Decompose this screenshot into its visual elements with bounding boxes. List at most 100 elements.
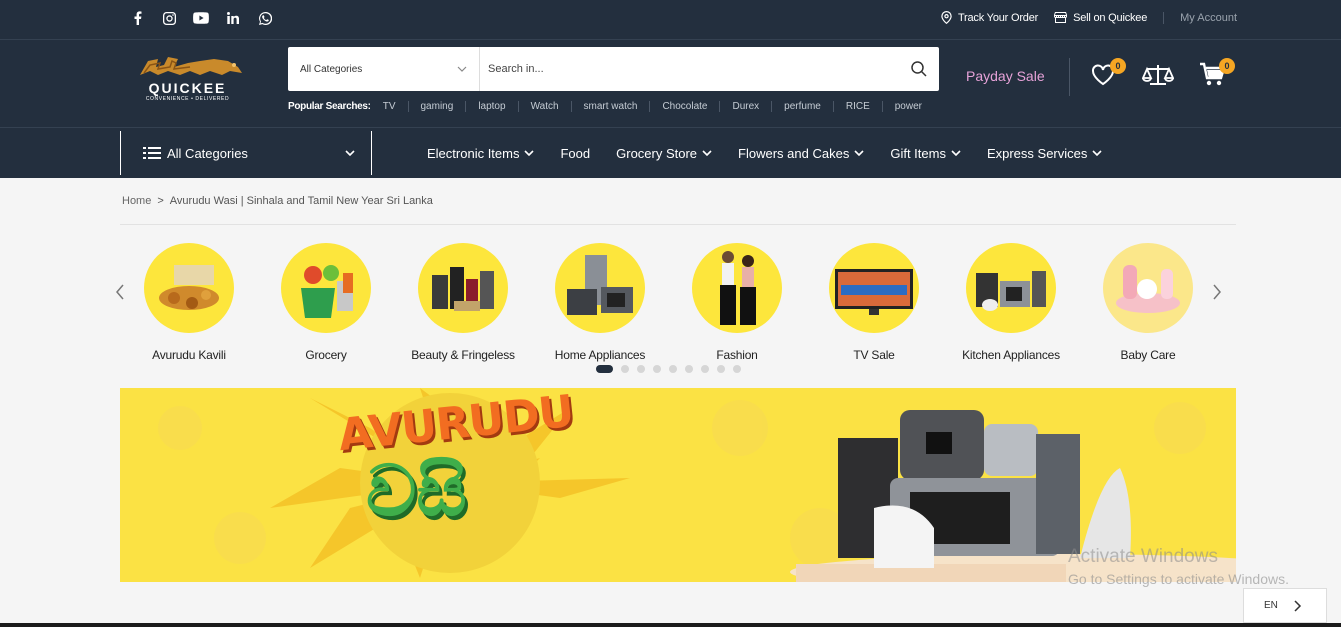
windows-activation-title: Activate Windows — [1068, 546, 1218, 567]
category-tv-sale[interactable]: TV Sale — [804, 240, 944, 362]
chevron-down-icon — [951, 150, 961, 156]
popular-search-item[interactable]: laptop — [465, 101, 517, 112]
popular-search-item[interactable]: Watch — [517, 101, 571, 112]
popular-searches-label: Popular Searches: — [288, 101, 371, 112]
category-kitchen-appliances[interactable]: Kitchen Appliances — [941, 240, 1081, 362]
nav-item-food[interactable]: Food — [547, 146, 603, 161]
windows-activation-subtitle: Go to Settings to activate Windows. — [1068, 571, 1289, 587]
category-image — [966, 243, 1056, 333]
category-image — [418, 243, 508, 333]
category-image — [829, 243, 919, 333]
logo-tagline: CONVENIENCE • DELIVERED — [145, 96, 230, 102]
carousel-dot[interactable] — [653, 365, 661, 373]
carousel-next-button[interactable] — [1207, 280, 1227, 304]
chevron-right-icon — [1213, 284, 1221, 300]
facebook-icon[interactable] — [121, 9, 153, 27]
category-name: Beauty & Fringeless — [411, 348, 515, 362]
sell-link[interactable]: Sell on Quickee — [1054, 12, 1147, 24]
category-baby-care[interactable]: Baby Care — [1078, 240, 1218, 362]
search-category-value: All Categories — [300, 63, 363, 75]
category-image — [1103, 243, 1193, 333]
carousel-dot[interactable] — [637, 365, 645, 373]
carousel-dot[interactable] — [701, 365, 709, 373]
search-button[interactable] — [899, 47, 939, 91]
instagram-icon[interactable] — [153, 9, 185, 27]
popular-search-item[interactable]: power — [881, 101, 934, 112]
chevron-down-icon — [524, 150, 535, 156]
chevron-down-icon — [854, 150, 864, 156]
popular-search-item[interactable]: Durex — [719, 101, 771, 112]
popular-search-item[interactable]: perfume — [771, 101, 833, 112]
popular-search-item[interactable]: TV — [379, 101, 408, 112]
scale-compare-icon — [1141, 65, 1175, 85]
breadcrumb: Home > Avurudu Wasi | Sinhala and Tamil … — [122, 195, 433, 207]
nav-item-electronic-items[interactable]: Electronic Items — [414, 146, 547, 161]
popular-search-item[interactable]: Chocolate — [649, 101, 719, 112]
my-account-link[interactable]: My Account — [1180, 12, 1237, 24]
carousel-dot[interactable] — [669, 365, 677, 373]
category-name: Kitchen Appliances — [962, 348, 1060, 362]
carousel-dot[interactable] — [733, 365, 741, 373]
category-beauty-fringeless[interactable]: Beauty & Fringeless — [393, 240, 533, 362]
carousel-dot[interactable] — [621, 365, 629, 373]
search-bar: All Categories — [288, 47, 939, 91]
chevron-down-icon — [1092, 150, 1102, 156]
divider — [1163, 11, 1165, 24]
location-pin-icon — [941, 11, 952, 24]
payday-sale-link[interactable]: Payday Sale — [966, 68, 1045, 84]
nav-item-grocery-store[interactable]: Grocery Store — [603, 146, 725, 161]
category-name: Home Appliances — [554, 348, 646, 362]
track-order-label: Track Your Order — [957, 11, 1039, 24]
nav-item-label: Flowers and Cakes — [738, 145, 850, 161]
popular-search-item[interactable]: smart watch — [570, 101, 650, 112]
youtube-icon[interactable] — [185, 9, 217, 27]
whatsapp-icon[interactable] — [249, 9, 281, 27]
linkedin-icon[interactable] — [217, 9, 249, 27]
compare-button[interactable] — [1141, 62, 1175, 92]
nav-item-gift-items[interactable]: Gift Items — [877, 146, 974, 161]
category-name: Fashion — [716, 348, 758, 362]
main-header: QUICKEE CONVENIENCE • DELIVERED All Cate… — [0, 40, 1341, 128]
nav-item-flowers-and-cakes[interactable]: Flowers and Cakes — [725, 146, 877, 161]
popular-search-item[interactable]: RICE — [832, 101, 882, 112]
divider — [120, 224, 1236, 225]
search-category-select[interactable]: All Categories — [288, 47, 480, 91]
chevron-down-icon — [345, 150, 355, 156]
nav-item-label: Food — [560, 145, 591, 161]
nav-menu: Electronic Items Food Grocery Store Flow… — [414, 128, 1115, 178]
category-name: TV Sale — [853, 348, 895, 362]
track-order-link[interactable]: Track Your Order — [941, 11, 1038, 24]
all-categories-label: All Categories — [167, 145, 248, 161]
language-switcher[interactable]: EN — [1243, 588, 1327, 623]
sell-label: Sell on Quickee — [1073, 11, 1148, 24]
carousel-dot[interactable] — [596, 365, 613, 373]
breadcrumb-home-link[interactable]: Home — [122, 195, 151, 207]
category-name: Baby Care — [1120, 348, 1176, 362]
carousel-dot[interactable] — [685, 365, 693, 373]
nav-item-label: Gift Items — [890, 145, 946, 161]
chevron-down-icon — [702, 150, 712, 156]
popular-search-item[interactable]: gaming — [407, 101, 466, 112]
category-grocery[interactable]: Grocery — [256, 240, 396, 362]
category-image — [144, 243, 234, 333]
search-input[interactable] — [480, 47, 899, 91]
category-carousel: Avurudu Kavili Grocery Beauty & Fringele… — [116, 240, 1236, 375]
category-home-appliances[interactable]: Home Appliances — [530, 240, 670, 362]
cart-count-badge: 0 — [1219, 58, 1235, 74]
cart-button[interactable]: 0 — [1199, 58, 1235, 92]
all-categories-menu[interactable]: All Categories — [120, 131, 372, 175]
popular-searches: Popular Searches: TV gaming laptop Watch… — [288, 101, 934, 112]
category-avurudu-kavili[interactable]: Avurudu Kavili — [119, 240, 259, 362]
store-icon — [1054, 12, 1068, 23]
nav-item-label: Express Services — [986, 145, 1088, 161]
carousel-dot[interactable] — [717, 365, 725, 373]
nav-item-express-services[interactable]: Express Services — [974, 146, 1115, 161]
quickee-logo[interactable]: QUICKEE CONVENIENCE • DELIVERED — [130, 53, 245, 105]
category-fashion[interactable]: Fashion — [667, 240, 807, 362]
category-image — [555, 243, 645, 333]
wishlist-button[interactable]: 0 — [1090, 58, 1126, 92]
category-image — [692, 243, 782, 333]
breadcrumb-current: Avurudu Wasi | Sinhala and Tamil New Yea… — [169, 195, 433, 207]
category-image — [281, 243, 371, 333]
carousel-pagination — [596, 365, 741, 373]
